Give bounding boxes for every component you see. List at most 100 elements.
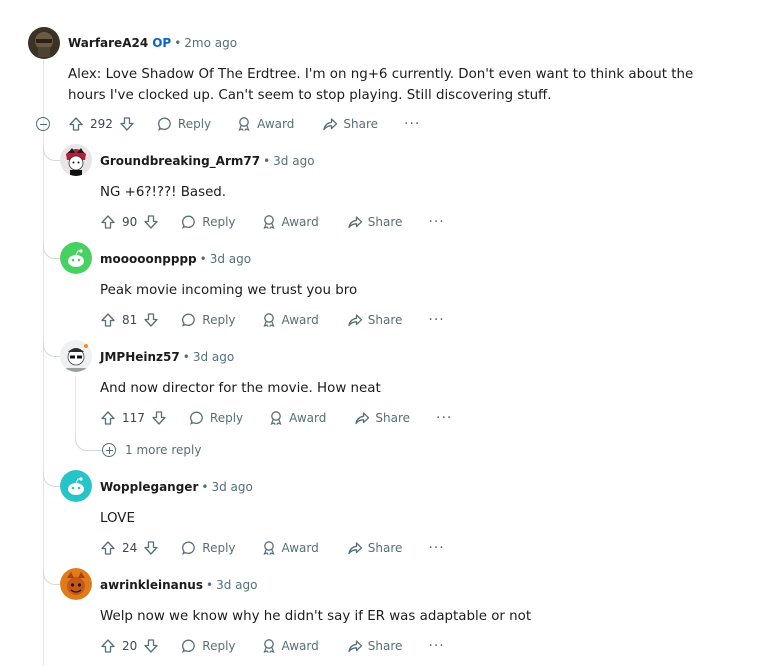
downvote-icon[interactable] xyxy=(143,540,159,556)
comment-body: LOVE xyxy=(100,511,135,526)
comment-body: Welp now we know why he didn't say if ER… xyxy=(100,609,532,624)
vote-count: 20 xyxy=(122,639,138,653)
upvote-icon[interactable] xyxy=(100,410,116,426)
username[interactable]: awrinkleinanus xyxy=(100,578,203,592)
comment-icon xyxy=(157,117,171,131)
share-icon xyxy=(355,412,370,425)
share-button[interactable]: Share xyxy=(347,214,402,230)
timestamp[interactable]: 2mo ago xyxy=(184,36,237,50)
username[interactable]: JMPHeinz57 xyxy=(100,350,180,364)
username[interactable]: mooooonpppp xyxy=(100,252,197,266)
downvote-icon[interactable] xyxy=(143,312,159,328)
share-button[interactable]: Share xyxy=(347,312,402,328)
award-button[interactable]: Award xyxy=(236,116,294,132)
avatar[interactable] xyxy=(60,340,92,372)
comment-actions: 117 Reply Award Share ··· xyxy=(100,408,452,428)
timestamp[interactable]: 3d ago xyxy=(216,578,257,592)
reply-button[interactable]: Reply xyxy=(181,312,236,328)
more-options-button[interactable]: ··· xyxy=(428,312,444,328)
comment-meta: Groundbreaking_Arm77 • 3d ago xyxy=(100,154,315,168)
reply-button[interactable]: Reply xyxy=(181,638,236,654)
reply-button[interactable]: Reply xyxy=(189,410,243,426)
comment-actions: 292 Reply Award Share ··· xyxy=(68,114,420,134)
vote-count: 81 xyxy=(122,313,138,327)
expand-replies-icon[interactable] xyxy=(102,443,116,457)
op-badge: OP xyxy=(152,36,172,50)
award-icon xyxy=(263,313,275,328)
award-icon xyxy=(263,215,275,230)
more-replies-link[interactable]: 1 more reply xyxy=(125,443,201,457)
comment-actions: 24 Reply Award Share ··· xyxy=(100,538,445,558)
downvote-icon[interactable] xyxy=(143,638,159,654)
award-icon xyxy=(270,411,282,426)
award-button[interactable]: Award xyxy=(261,312,319,328)
comment-body: And now director for the movie. How neat xyxy=(100,381,381,396)
comment-meta: mooooonpppp • 3d ago xyxy=(100,252,252,266)
award-icon xyxy=(263,639,275,654)
timestamp[interactable]: 3d ago xyxy=(210,252,251,266)
share-button[interactable]: Share xyxy=(322,116,378,132)
upvote-icon[interactable] xyxy=(100,214,116,230)
collapse-thread-button[interactable] xyxy=(36,117,50,131)
share-icon xyxy=(348,314,362,327)
more-options-button[interactable]: ··· xyxy=(436,410,452,426)
reply-button[interactable]: Reply xyxy=(157,116,211,132)
upvote-icon[interactable] xyxy=(100,540,116,556)
vote-count: 117 xyxy=(122,411,145,425)
comment-actions: 81 Reply Award Share ··· xyxy=(100,310,445,330)
upvote-icon[interactable] xyxy=(100,312,116,328)
award-button[interactable]: Award xyxy=(261,638,319,654)
comment-actions: 20 Reply Award Share ··· xyxy=(100,636,445,656)
reply-connector xyxy=(43,570,60,585)
upvote-icon[interactable] xyxy=(100,638,116,654)
avatar[interactable] xyxy=(60,242,92,274)
award-button[interactable]: Award xyxy=(261,540,319,556)
reply-button[interactable]: Reply xyxy=(181,214,236,230)
comment-meta: awrinkleinanus • 3d ago xyxy=(100,578,258,592)
comment-meta: JMPHeinz57 • 3d ago xyxy=(100,350,235,364)
downvote-icon[interactable] xyxy=(151,410,167,426)
share-button[interactable]: Share xyxy=(347,540,402,556)
timestamp[interactable]: 3d ago xyxy=(273,154,314,168)
avatar[interactable] xyxy=(60,568,92,600)
timestamp[interactable]: 3d ago xyxy=(211,480,252,494)
award-button[interactable]: Award xyxy=(261,214,319,230)
comment-body: NG +6?!??! Based. xyxy=(100,185,227,200)
reply-connector xyxy=(43,244,60,259)
reply-button[interactable]: Reply xyxy=(181,540,236,556)
reply-connector xyxy=(43,342,60,357)
share-icon xyxy=(348,216,362,229)
share-button[interactable]: Share xyxy=(354,410,410,426)
vote-count: 292 xyxy=(90,117,113,131)
more-options-button[interactable]: ··· xyxy=(404,116,420,132)
comment-meta: Woppleganger • 3d ago xyxy=(100,480,253,494)
comment-meta: WarfareA24 OP • 2mo ago xyxy=(68,36,238,50)
username[interactable]: Groundbreaking_Arm77 xyxy=(100,154,260,168)
avatar[interactable] xyxy=(28,27,60,59)
comment-icon xyxy=(182,541,196,555)
downvote-icon[interactable] xyxy=(143,214,159,230)
vote-count: 90 xyxy=(122,215,138,229)
comment-body: Peak movie incoming we trust you bro xyxy=(100,283,358,298)
username[interactable]: Woppleganger xyxy=(100,480,198,494)
share-button[interactable]: Share xyxy=(347,638,402,654)
avatar[interactable] xyxy=(60,470,92,502)
share-icon xyxy=(348,640,362,653)
upvote-icon[interactable] xyxy=(68,116,84,132)
more-options-button[interactable]: ··· xyxy=(428,638,444,654)
award-button[interactable]: Award xyxy=(268,410,326,426)
downvote-icon[interactable] xyxy=(119,116,135,132)
comment-icon xyxy=(182,313,196,327)
avatar[interactable] xyxy=(60,144,92,176)
comment-icon xyxy=(189,411,203,425)
share-icon xyxy=(323,118,338,131)
more-options-button[interactable]: ··· xyxy=(428,540,444,556)
comment-icon xyxy=(182,639,196,653)
username[interactable]: WarfareA24 xyxy=(68,36,148,50)
timestamp[interactable]: 3d ago xyxy=(193,350,234,364)
more-reply-connector xyxy=(75,436,102,451)
more-options-button[interactable]: ··· xyxy=(428,214,444,230)
vote-count: 24 xyxy=(122,541,138,555)
reply-connector xyxy=(43,472,60,487)
award-icon xyxy=(263,541,275,556)
